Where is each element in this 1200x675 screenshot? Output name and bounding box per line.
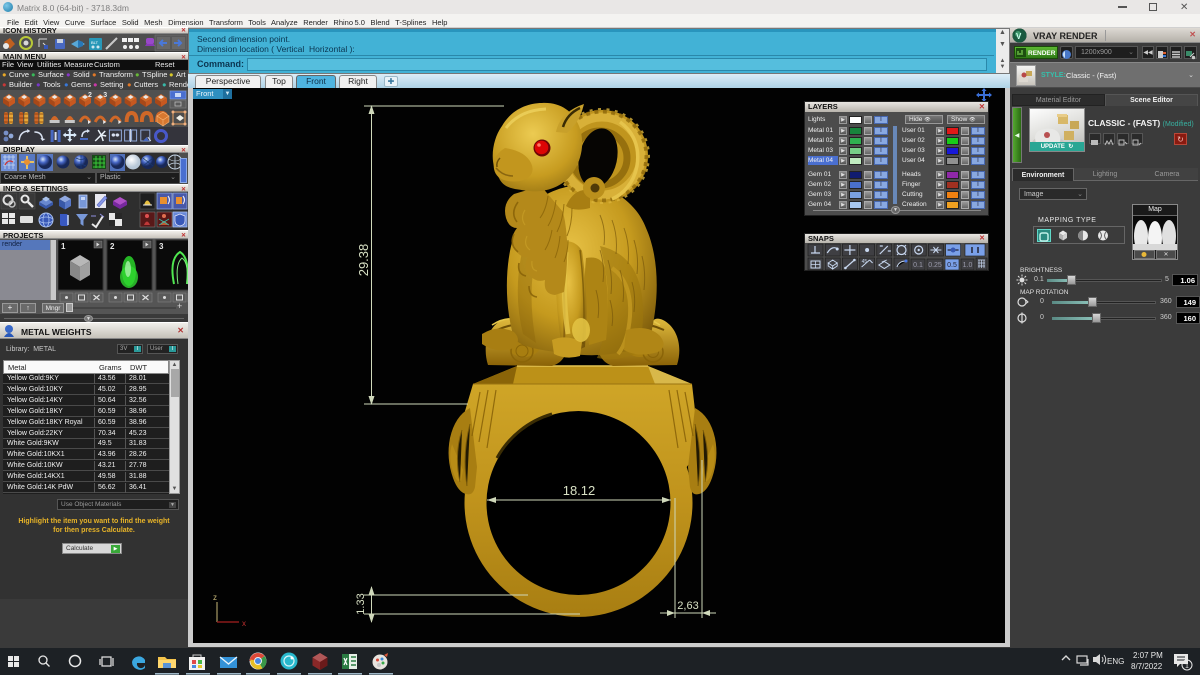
svg-text:V: V [1016, 32, 1022, 41]
svg-text:BLT: BLT [91, 40, 99, 45]
svg-text:18.12: 18.12 [563, 483, 596, 498]
svg-text:1: 1 [1185, 663, 1189, 670]
svg-text:2: 2 [110, 242, 115, 251]
svg-text:3: 3 [159, 242, 164, 251]
svg-text:0.1: 0.1 [913, 262, 923, 269]
svg-text:29.38: 29.38 [356, 244, 371, 277]
svg-text:3: 3 [103, 92, 107, 99]
svg-text:1.0: 1.0 [963, 262, 973, 269]
svg-text:1.33: 1.33 [355, 593, 367, 614]
svg-text:2: 2 [88, 92, 92, 99]
svg-text:2,63: 2,63 [677, 600, 698, 612]
svg-text:45: 45 [862, 259, 868, 265]
svg-text:1: 1 [61, 242, 66, 251]
svg-text:x: x [242, 619, 246, 628]
svg-text:z: z [213, 593, 217, 602]
svg-text:0.5: 0.5 [947, 262, 957, 269]
svg-text:0.25: 0.25 [928, 262, 942, 269]
